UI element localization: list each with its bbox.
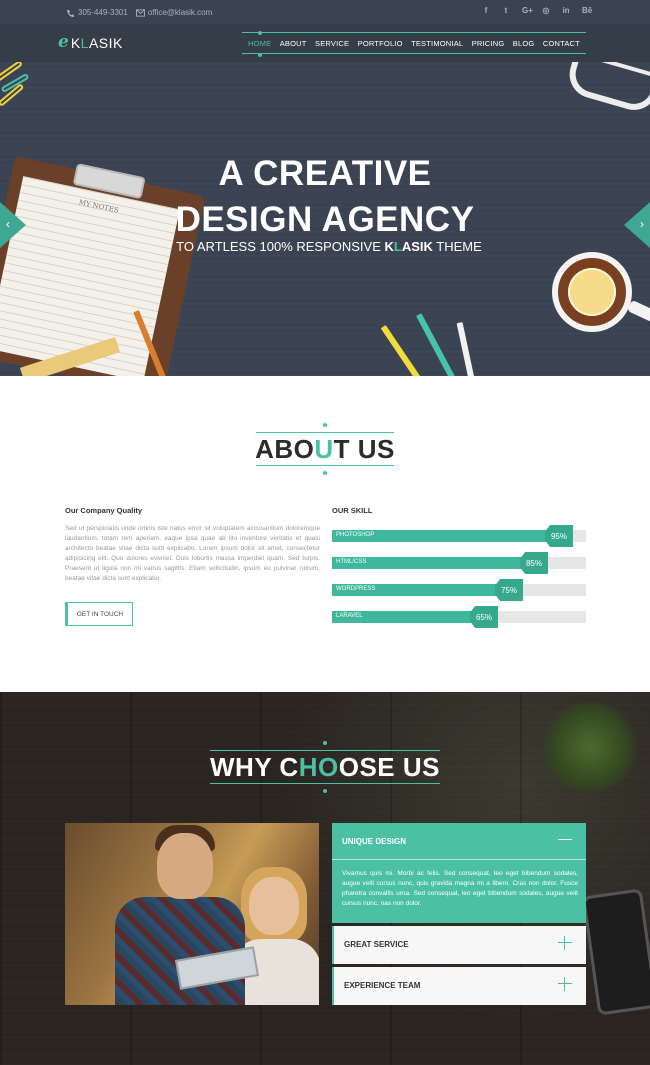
accordion-title[interactable]: GREAT SERVICE xyxy=(344,940,409,949)
accordion-title[interactable]: EXPERIENCE TEAM xyxy=(344,981,420,990)
contact-info: 305-449-3301 office@klasik.com xyxy=(66,8,212,17)
why-choose-us-section: WHY CHOOSE US UNIQUE DESIGN Vivamus quis… xyxy=(0,692,650,1065)
about-section: ABOUT US Our Company Quality Sed ut pers… xyxy=(0,376,650,692)
logo[interactable]: e KLASIK xyxy=(58,34,123,51)
skill-bar-photoshop: PHOTOSHOP 95% xyxy=(332,525,586,547)
accordion-title[interactable]: UNIQUE DESIGN xyxy=(342,837,406,846)
nav-item-blog[interactable]: BLOG xyxy=(513,39,535,48)
nav-item-pricing[interactable]: PRICING xyxy=(472,39,505,48)
about-title: ABOUT US xyxy=(255,434,395,464)
hero-banner: MY NOTES A CREATIVE DESIGN AGENCY TO ART… xyxy=(0,62,650,376)
team-photo xyxy=(65,823,319,1005)
company-quality-heading: Our Company Quality xyxy=(65,506,143,515)
minus-icon[interactable] xyxy=(558,833,572,847)
skill-percent: 85% xyxy=(520,552,548,574)
nav-menu: HOME ABOUT SERVICE PORTFOLIO TESTIMONIAL… xyxy=(242,30,586,57)
accordion-body: Vivamus quis mi. Morbi ac felis. Sed con… xyxy=(342,870,578,907)
facebook-icon[interactable]: f xyxy=(482,6,490,15)
about-paragraph: Sed ut perspiciatis unde omnis iste natu… xyxy=(65,525,320,582)
skill-label: WORDPRESS xyxy=(336,586,376,592)
nav-item-testimonial[interactable]: TESTIMONIAL xyxy=(411,39,463,48)
skill-bar-html-css: HTML/CSS 85% xyxy=(332,552,586,574)
skill-label: LARAVEL xyxy=(336,613,363,619)
logo-text: KLASIK xyxy=(70,34,123,51)
slider-next-button[interactable]: › xyxy=(624,202,650,248)
email-address: office@klasik.com xyxy=(147,8,213,17)
accordion-item-experience-team[interactable]: EXPERIENCE TEAM xyxy=(332,967,586,1005)
dribbble-icon[interactable]: ◎ xyxy=(542,6,550,15)
active-dot-top xyxy=(257,30,262,35)
nav-item-about[interactable]: ABOUT xyxy=(280,39,307,48)
active-dot-bottom xyxy=(257,52,262,57)
hero-title-line-2: DESIGN AGENCY xyxy=(175,200,475,239)
chevron-right-icon: › xyxy=(640,217,644,231)
phone-number: 305-449-3301 xyxy=(78,8,128,17)
tablet-decoration xyxy=(581,888,650,1016)
hero-title-line-1: A CREATIVE xyxy=(218,154,432,193)
pencil-decoration xyxy=(456,322,476,376)
social-links: f t G+ ◎ in Bē xyxy=(482,6,593,15)
why-title: WHY CHOOSE US xyxy=(210,752,440,782)
behance-icon[interactable]: Bē xyxy=(582,6,592,15)
paperclips-decoration xyxy=(0,62,34,110)
skill-percent: 65% xyxy=(470,606,498,628)
skill-percent: 95% xyxy=(545,525,573,547)
linkedin-icon[interactable]: in xyxy=(562,6,570,15)
accordion-item-great-service[interactable]: GREAT SERVICE xyxy=(332,926,586,964)
twitter-icon[interactable]: t xyxy=(502,6,510,15)
skill-bar-wordpress: WORDPRESS 75% xyxy=(332,579,586,601)
envelope-icon xyxy=(135,8,145,17)
logo-mark-icon: e xyxy=(58,32,69,52)
chevron-left-icon: ‹ xyxy=(6,217,10,231)
coffee-cup-decoration xyxy=(552,252,650,332)
phone-contact[interactable]: 305-449-3301 xyxy=(66,8,128,17)
get-in-touch-button[interactable]: GET IN TOUCH xyxy=(65,602,133,626)
glasses-decoration xyxy=(563,62,650,116)
plus-icon[interactable] xyxy=(558,936,572,950)
skill-label: HTML/CSS xyxy=(336,559,367,565)
nav-item-home[interactable]: HOME xyxy=(248,30,271,57)
phone-icon xyxy=(66,9,75,17)
skill-heading: OUR SKILL xyxy=(332,506,373,515)
nav-item-contact[interactable]: CONTACT xyxy=(543,39,580,48)
hero-tagline: TO ARTLESS 100% RESPONSIVE KLASIK THEME xyxy=(176,239,482,254)
plus-icon[interactable] xyxy=(558,977,572,991)
pencil-decoration xyxy=(416,313,458,376)
pencil-decoration xyxy=(380,324,430,376)
slider-prev-button[interactable]: ‹ xyxy=(0,202,26,248)
nav-item-portfolio[interactable]: PORTFOLIO xyxy=(358,39,403,48)
main-nav: e KLASIK HOME ABOUT SERVICE PORTFOLIO TE… xyxy=(0,24,650,62)
top-bar: 305-449-3301 office@klasik.com f t G+ ◎ … xyxy=(0,0,650,24)
skill-label: PHOTOSHOP xyxy=(336,532,375,538)
accordion-item-unique-design[interactable]: UNIQUE DESIGN Vivamus quis mi. Morbi ac … xyxy=(332,823,586,923)
skill-percent: 75% xyxy=(495,579,523,601)
google-plus-icon[interactable]: G+ xyxy=(522,6,533,15)
skill-bar-laravel: LARAVEL 65% xyxy=(332,606,586,628)
email-contact[interactable]: office@klasik.com xyxy=(135,8,213,17)
nav-item-service[interactable]: SERVICE xyxy=(315,39,349,48)
